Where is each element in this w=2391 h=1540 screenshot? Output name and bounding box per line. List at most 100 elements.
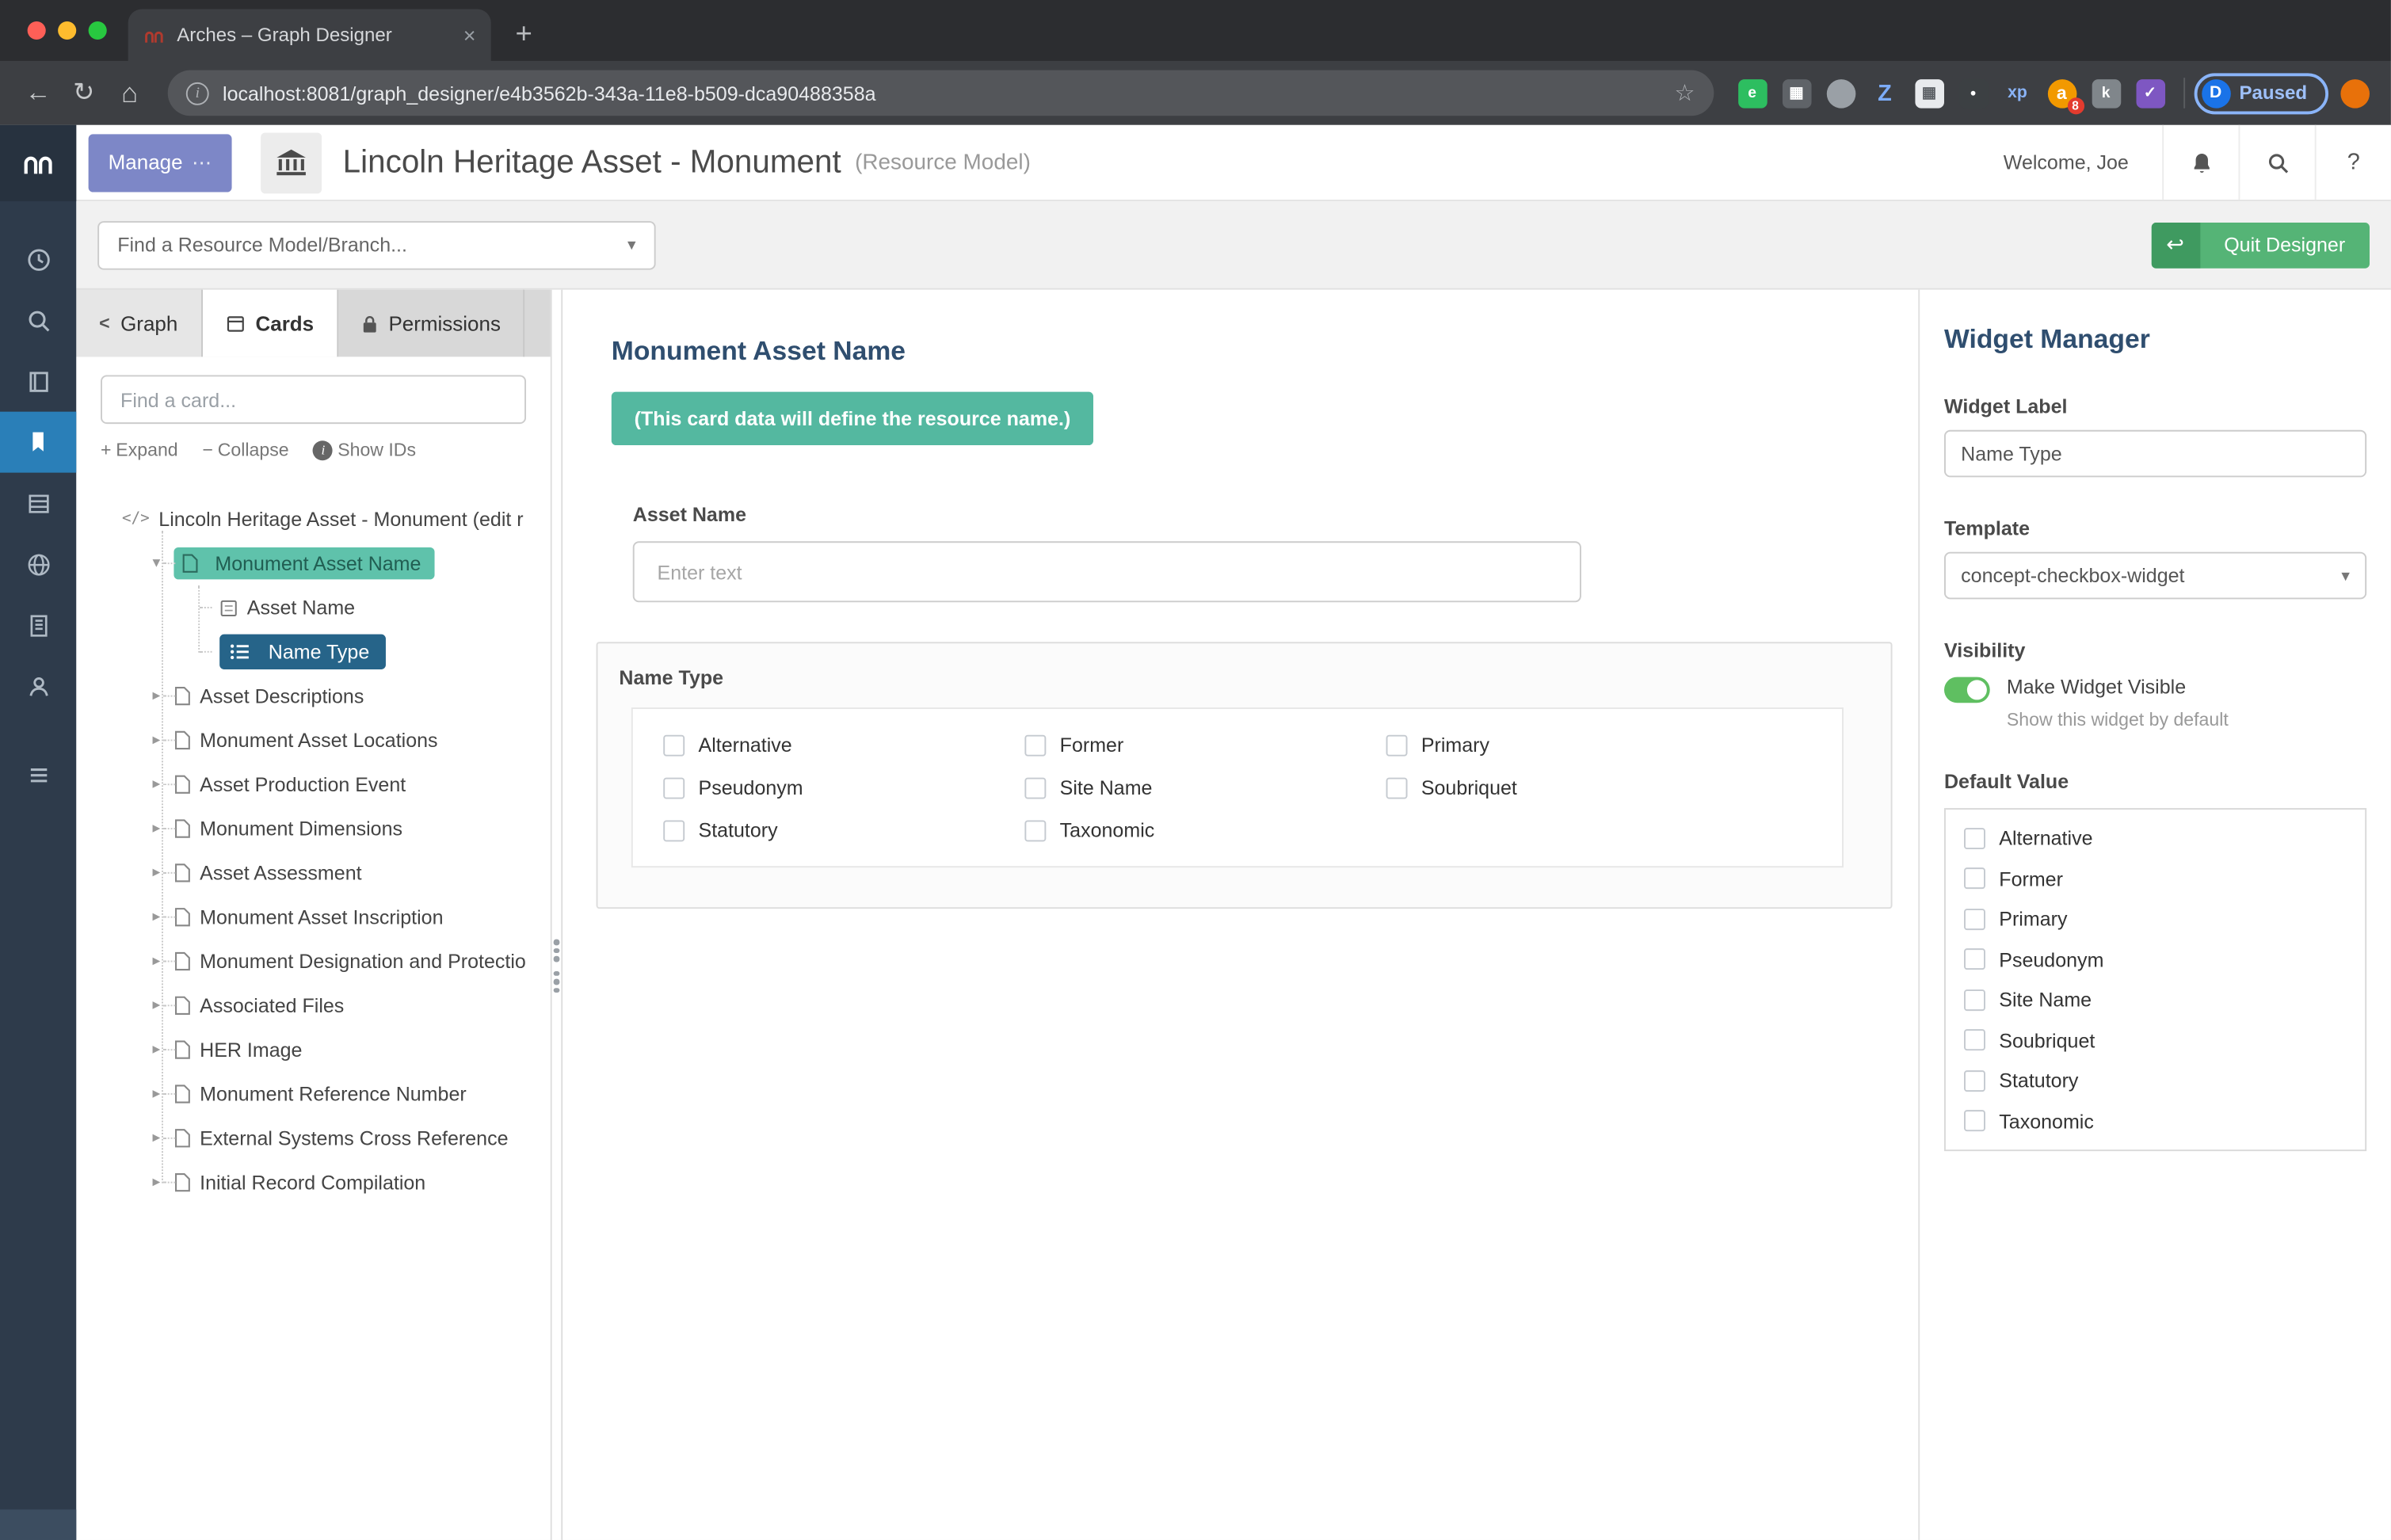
find-model-select[interactable]: Find a Resource Model/Branch... ▾	[97, 220, 656, 269]
site-info-icon[interactable]: i	[185, 81, 209, 105]
minimize-window-button[interactable]	[58, 21, 77, 40]
tree-card[interactable]: ▸ Monument Designation and Protectio	[101, 940, 526, 984]
checkbox-item[interactable]: Pseudonym	[663, 776, 1024, 799]
tree-node-asset-name[interactable]: Asset Name	[101, 585, 526, 630]
tree-card[interactable]: ▸ Asset Production Event	[101, 762, 526, 806]
asset-name-input[interactable]	[632, 541, 1581, 603]
sidebar-item-history[interactable]	[0, 229, 76, 290]
checkbox[interactable]	[663, 776, 685, 799]
bookmark-star-icon[interactable]: ☆	[1674, 79, 1695, 107]
tree-card[interactable]: ▸ Monument Asset Locations	[101, 719, 526, 763]
checkbox[interactable]	[1964, 1110, 1985, 1132]
template-select[interactable]: concept-checkbox-widget ▾	[1943, 551, 2367, 600]
extension-icon[interactable]: a8	[2046, 78, 2084, 114]
checkbox[interactable]	[663, 734, 685, 756]
tree-card[interactable]: ▸ External Systems Cross Reference	[101, 1116, 526, 1161]
checkbox[interactable]	[1024, 819, 1047, 841]
tree-card[interactable]: ▸ Initial Record Compilation	[101, 1161, 526, 1205]
checkbox[interactable]	[1024, 776, 1047, 799]
card-search-input[interactable]	[101, 375, 527, 425]
default-option[interactable]: Alternative	[1964, 826, 2347, 849]
close-window-button[interactable]	[27, 21, 46, 40]
checkbox-item[interactable]: Alternative	[663, 734, 1024, 757]
notifications-button[interactable]	[2162, 124, 2238, 200]
tree-card[interactable]: ▸ Asset Assessment	[101, 851, 526, 895]
default-option[interactable]: Primary	[1964, 907, 2347, 930]
checkbox-item[interactable]: Statutory	[663, 819, 1024, 841]
app-logo[interactable]	[0, 124, 77, 202]
welcome-text[interactable]: Welcome, Joe	[1970, 151, 2162, 174]
profile-chip[interactable]: D Paused	[2193, 72, 2329, 114]
extension-icon[interactable]: ▦	[1914, 78, 1944, 108]
extension-icon[interactable]: ●	[1958, 78, 1988, 108]
sidebar-item-search[interactable]	[0, 290, 76, 351]
tree-card[interactable]: ▸ Monument Asset Inscription	[101, 895, 526, 940]
tree-root[interactable]: </> Lincoln Heritage Asset - Monument (e…	[101, 497, 526, 541]
checkbox[interactable]	[1964, 1029, 1985, 1051]
sidebar-item-profile[interactable]	[0, 656, 76, 717]
default-option[interactable]: Former	[1964, 867, 2347, 890]
checkbox[interactable]	[1964, 908, 1985, 930]
checkbox[interactable]	[1964, 827, 1985, 849]
checkbox[interactable]	[1964, 1069, 1985, 1092]
extension-icon[interactable]: k	[2091, 78, 2121, 108]
checkbox[interactable]	[1964, 867, 1985, 890]
checkbox[interactable]	[663, 819, 685, 841]
browser-update-icon[interactable]	[2340, 78, 2370, 108]
zoom-window-button[interactable]	[88, 21, 107, 40]
checkbox-item[interactable]: Primary	[1386, 734, 1748, 757]
extension-icon[interactable]: ✓	[2135, 78, 2165, 108]
back-button[interactable]: ←	[15, 78, 61, 108]
checkbox[interactable]	[1024, 734, 1047, 756]
manage-button[interactable]: Manage ⋯	[88, 133, 232, 192]
default-option[interactable]: Statutory	[1964, 1069, 2347, 1092]
browser-tab[interactable]: Arches – Graph Designer ×	[128, 9, 491, 61]
checkbox[interactable]	[1964, 989, 1985, 1011]
tree-card[interactable]: ▸ Asset Descriptions	[101, 674, 526, 719]
refresh-button[interactable]: ↻	[61, 78, 107, 108]
tab-graph[interactable]: < Graph	[76, 289, 203, 357]
checkbox-item[interactable]: Former	[1024, 734, 1386, 757]
checkbox[interactable]	[1386, 734, 1408, 756]
widget-label-input[interactable]	[1943, 429, 2367, 478]
extension-icon[interactable]: ●	[1825, 78, 1855, 108]
default-option[interactable]: Taxonomic	[1964, 1109, 2347, 1132]
sidebar-item-reference[interactable]	[0, 595, 76, 656]
help-button[interactable]: ?	[2314, 124, 2391, 200]
extension-icon[interactable]: Z	[1870, 78, 1900, 108]
tab-close-icon[interactable]: ×	[463, 23, 476, 48]
tree-node-name-type-selected[interactable]: Name Type	[101, 630, 526, 674]
quit-designer-button[interactable]: ↩ Quit Designer	[2150, 222, 2370, 268]
checkbox-item[interactable]: Soubriquet	[1386, 776, 1748, 799]
collapse-all-link[interactable]: − Collapse	[202, 439, 288, 460]
extension-icon[interactable]: e	[1737, 78, 1767, 108]
tree-card[interactable]: ▸ Monument Dimensions	[101, 806, 526, 851]
home-button[interactable]: ⌂	[107, 77, 153, 109]
checkbox[interactable]	[1386, 776, 1408, 799]
extension-icon[interactable]: ▦	[1782, 78, 1811, 108]
checkbox[interactable]	[1964, 948, 1985, 970]
checkbox-item[interactable]: Taxonomic	[1024, 819, 1386, 841]
tab-permissions[interactable]: Permissions	[338, 289, 525, 357]
sidebar-item-resource-models[interactable]	[0, 411, 77, 473]
search-button[interactable]	[2238, 124, 2314, 200]
expand-all-link[interactable]: + Expand	[101, 439, 178, 460]
default-option[interactable]: Pseudonym	[1964, 947, 2347, 970]
default-option[interactable]: Soubriquet	[1964, 1028, 2347, 1051]
extension-icon[interactable]: xp	[2003, 78, 2032, 108]
tree-card[interactable]: ▸ Associated Files	[101, 983, 526, 1027]
show-ids-link[interactable]: i Show IDs	[313, 439, 416, 460]
sidebar-item-library[interactable]	[0, 351, 76, 412]
tree-card[interactable]: ▸ HER Image	[101, 1027, 526, 1072]
panel-resize-handle[interactable]	[551, 289, 563, 1540]
omnibox[interactable]: i localhost:8081/graph_designer/e4b3562b…	[167, 70, 1714, 116]
tree-card-selected[interactable]: ▾ Monument Asset Name	[101, 541, 526, 585]
sidebar-item-map[interactable]	[0, 534, 76, 595]
sidebar-item-menu[interactable]	[0, 744, 76, 805]
default-option[interactable]: Site Name	[1964, 988, 2347, 1011]
sidebar-item-cards[interactable]	[0, 473, 76, 534]
checkbox-item[interactable]: Site Name	[1024, 776, 1386, 799]
new-tab-button[interactable]: +	[516, 20, 532, 49]
visibility-toggle[interactable]	[1943, 677, 1990, 703]
tree-card[interactable]: ▸ Monument Reference Number	[101, 1072, 526, 1116]
